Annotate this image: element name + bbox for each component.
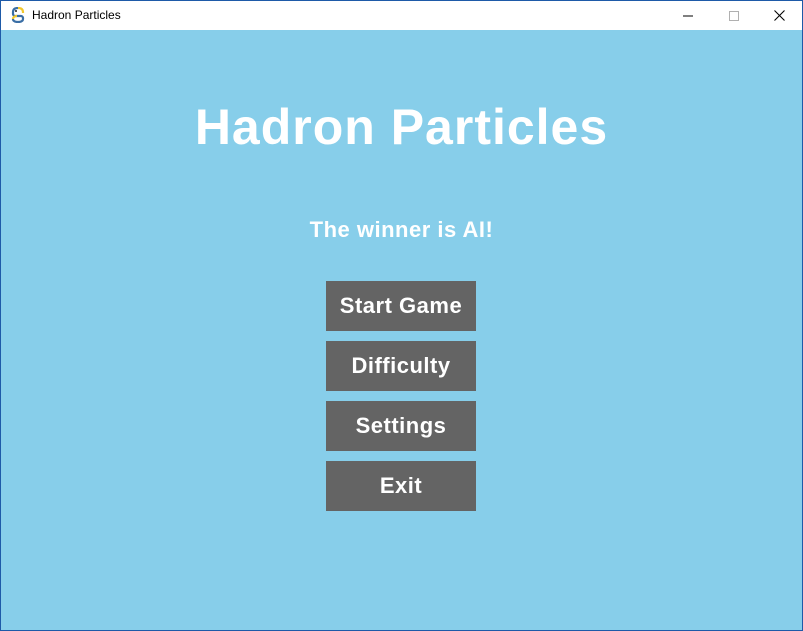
game-title: Hadron Particles [194,99,609,155]
difficulty-button[interactable]: Difficulty [326,341,476,391]
start-game-button[interactable]: Start Game [326,281,476,331]
window-title: Hadron Particles [32,8,121,22]
maximize-icon [729,10,739,21]
app-window: Hadron Particles Hadron Particles The wi… [0,0,803,631]
close-button[interactable] [756,1,802,30]
pygame-snake-icon [10,6,26,24]
minimize-button[interactable] [665,1,711,30]
winner-message: The winner is AI! [309,217,494,242]
exit-button[interactable]: Exit [326,461,476,511]
title-bar[interactable]: Hadron Particles [1,1,802,30]
close-icon [773,10,785,21]
game-canvas: Hadron Particles The winner is AI! Start… [1,30,802,630]
maximize-button[interactable] [711,1,757,30]
minimize-icon [683,15,693,16]
settings-button[interactable]: Settings [326,401,476,451]
